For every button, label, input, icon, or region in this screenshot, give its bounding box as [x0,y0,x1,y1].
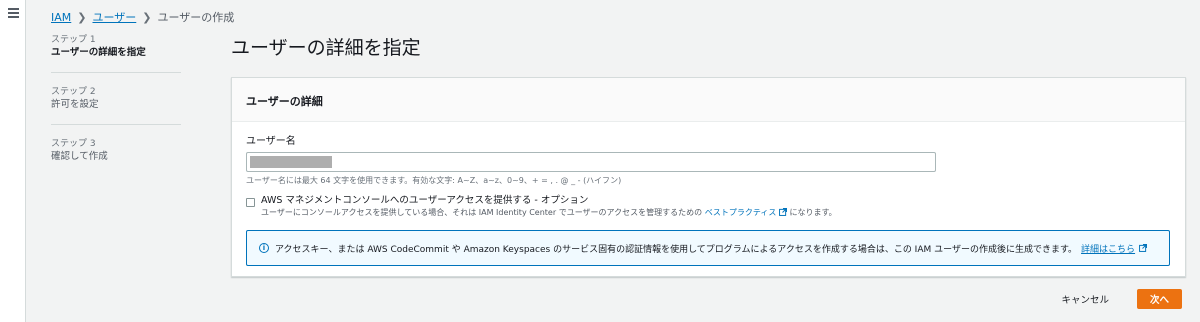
chevron-right-icon: ❯ [77,10,87,24]
user-details-panel: ユーザーの詳細 ユーザー名 ユーザー名には最大 64 文字を使用できます。有効な… [231,77,1186,277]
wizard-steps: ステップ 1 ユーザーの詳細を指定 ステップ 2 許可を設定 ステップ 3 確認… [51,34,181,189]
description-prefix: ユーザーにコンソールアクセスを提供している場合、それは IAM Identity… [261,208,703,217]
hamburger-menu-icon[interactable] [8,8,19,18]
step-title: ユーザーの詳細を指定 [51,47,146,58]
wizard-step-1: ステップ 1 ユーザーの詳細を指定 [51,34,181,73]
breadcrumb: IAM ❯ ユーザー ❯ ユーザーの作成 [51,9,234,25]
console-access-label[interactable]: AWS マネジメントコンソールへのユーザーアクセスを提供する - オプション [261,195,837,207]
next-button[interactable]: 次へ [1137,289,1182,309]
breadcrumb-users[interactable]: ユーザー [92,9,136,25]
step-number: ステップ 3 [51,139,96,149]
info-alert: i アクセスキー、または AWS CodeCommit や Amazon Key… [246,230,1170,266]
panel-header: ユーザーの詳細 [232,78,1185,122]
step-title: 確認して作成 [51,151,108,162]
external-link-icon[interactable] [1139,244,1148,252]
console-access-option: AWS マネジメントコンソールへのユーザーアクセスを提供する - オプション ユ… [246,195,1171,218]
breadcrumb-current: ユーザーの作成 [157,11,235,24]
learn-more-link[interactable]: 詳細はこちら [1081,242,1135,255]
panel-body: ユーザー名 ユーザー名には最大 64 文字を使用できます。有効な文字: A~Z、… [232,122,1185,266]
wizard-step-3: ステップ 3 確認して作成 [51,138,181,176]
external-link-icon[interactable] [779,208,787,216]
description-suffix: になります。 [789,208,837,217]
footer-actions: キャンセル 次へ [1061,289,1182,309]
chevron-right-icon: ❯ [142,10,152,24]
breadcrumb-iam[interactable]: IAM [51,11,71,24]
step-number: ステップ 1 [51,35,96,45]
console-access-checkbox[interactable] [246,198,255,207]
info-icon: i [259,243,269,253]
best-practices-link[interactable]: ベストプラクティス [705,208,777,217]
username-input[interactable] [246,152,936,172]
step-number: ステップ 2 [51,87,96,97]
username-label: ユーザー名 [246,136,296,147]
side-navigation-rail [0,0,26,322]
username-hint: ユーザー名には最大 64 文字を使用できます。有効な文字: A~Z、a~z、0~… [246,176,622,185]
step-title: 許可を設定 [51,99,99,110]
wizard-step-2: ステップ 2 許可を設定 [51,86,181,125]
cancel-button[interactable]: キャンセル [1061,292,1109,306]
page-title: ユーザーの詳細を指定 [231,37,421,59]
redacted-value [250,156,332,168]
info-text: アクセスキー、または AWS CodeCommit や Amazon Keysp… [275,244,1078,255]
console-access-description: ユーザーにコンソールアクセスを提供している場合、それは IAM Identity… [261,207,837,218]
